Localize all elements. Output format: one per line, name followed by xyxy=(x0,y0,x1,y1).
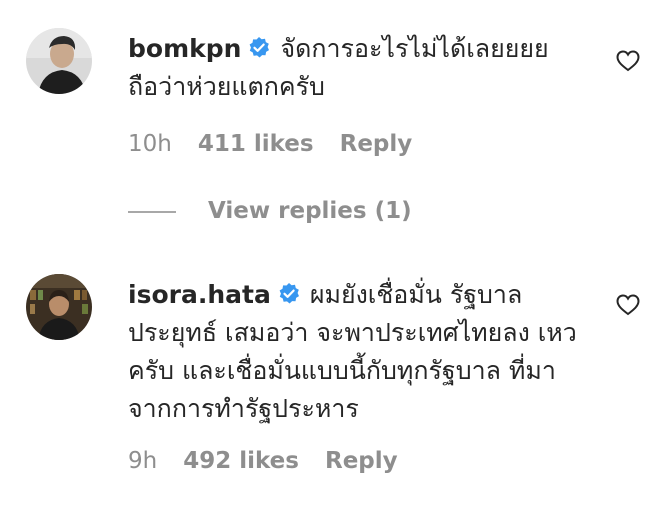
avatar-image xyxy=(26,28,92,94)
avatar[interactable] xyxy=(26,274,92,340)
view-replies-button[interactable]: View replies (1) xyxy=(128,198,412,228)
comment-body: bomkpn จัดการอะไรไม่ได้เลยยยย ถือว่าห่วย… xyxy=(128,30,578,106)
likes-count[interactable]: 492 likes xyxy=(183,448,299,474)
divider-line xyxy=(128,210,176,213)
comment-body: isora.hata ผมยังเชื่อมั่น รัฐบาล ประยุทธ… xyxy=(128,276,583,428)
likes-count[interactable]: 411 likes xyxy=(198,131,314,157)
comment-meta: 10h 411 likes Reply xyxy=(128,131,412,157)
reply-button[interactable]: Reply xyxy=(325,448,398,474)
comment-timestamp: 10h xyxy=(128,131,172,157)
reply-button[interactable]: Reply xyxy=(340,131,413,157)
comment-item: bomkpn จัดการอะไรไม่ได้เลยยยย ถือว่าห่วย… xyxy=(0,0,660,190)
verified-badge-icon xyxy=(247,36,271,60)
comment-meta: 9h 492 likes Reply xyxy=(128,448,398,474)
comment-username[interactable]: bomkpn xyxy=(128,34,241,63)
avatar-image xyxy=(26,274,92,340)
verified-badge-icon xyxy=(277,282,301,306)
avatar[interactable] xyxy=(26,28,92,94)
heart-outline-icon[interactable] xyxy=(615,292,641,318)
view-replies-label: View replies (1) xyxy=(208,198,412,224)
comment-item: isora.hata ผมยังเชื่อมั่น รัฐบาล ประยุทธ… xyxy=(0,262,660,510)
comment-username[interactable]: isora.hata xyxy=(128,280,271,309)
heart-outline-icon[interactable] xyxy=(615,48,641,74)
comment-timestamp: 9h xyxy=(128,448,158,474)
